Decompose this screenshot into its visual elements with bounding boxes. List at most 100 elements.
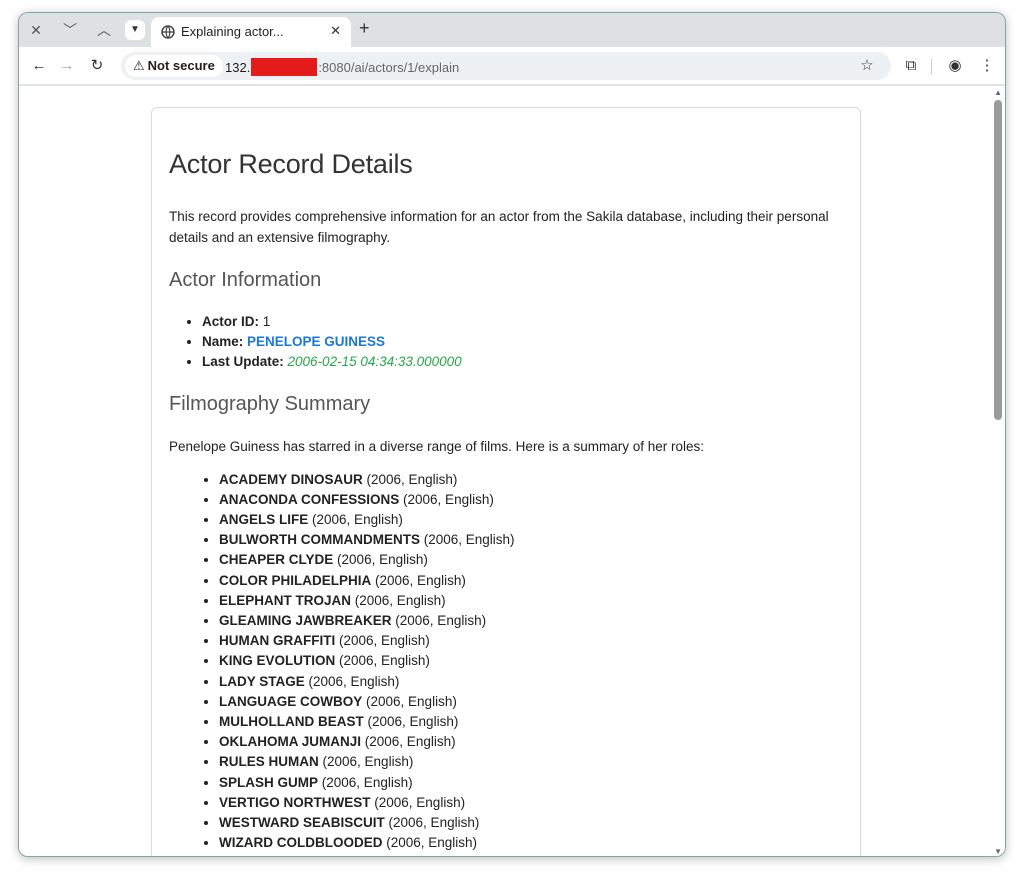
filmography-intro: Penelope Guiness has starred in a divers… (169, 438, 704, 454)
tab-active[interactable]: Explaining actor... ✕ (151, 17, 351, 47)
film-item: ELEPHANT TROJAN (2006, English) (219, 591, 843, 611)
film-detail: (2006, English) (374, 794, 466, 810)
film-title: LADY STAGE (219, 673, 305, 689)
extensions-icon[interactable]: ⧉ (901, 56, 921, 76)
film-detail: (2006, English) (364, 734, 456, 750)
scrollbar-thumb[interactable] (994, 100, 1002, 420)
globe-icon (161, 25, 175, 39)
forward-icon[interactable]: → (57, 56, 77, 76)
page-viewport: Actor Record Details This record provide… (19, 86, 1005, 856)
film-list: ACADEMY DINOSAUR (2006, English)ANACONDA… (169, 470, 843, 854)
film-title: COLOR PHILADELPHIA (219, 572, 372, 588)
film-title: LANGUAGE COWBOY (219, 693, 363, 709)
scrollbar[interactable]: ▲ ▼ (991, 86, 1005, 856)
film-title: ANACONDA CONFESSIONS (219, 491, 400, 507)
menu-kebab-icon[interactable]: ⋮ (977, 56, 997, 76)
last-update-value: 2006-02-15 04:34:33.000000 (287, 354, 462, 370)
actor-info-heading: Actor Information (169, 269, 322, 291)
last-update-label: Last Update: (202, 354, 284, 370)
film-title: SPLASH GUMP (219, 774, 319, 790)
tab-strip: ✕ ﹀ ︿ ▼ Explaining actor... ✕ + (19, 13, 1005, 47)
film-detail: (2006, English) (388, 815, 480, 831)
film-detail: (2006, English) (423, 532, 515, 548)
actor-name-value: PENELOPE GUINESS (247, 334, 386, 350)
url-suffix: :8080/ai/actors/1/explain (318, 60, 460, 75)
minimize-window-icon[interactable]: ﹀ (59, 20, 81, 40)
bookmark-star-icon[interactable]: ☆ (857, 56, 877, 76)
tab-title: Explaining actor... (181, 24, 284, 39)
film-item: LADY STAGE (2006, English) (219, 672, 843, 692)
address-bar[interactable]: ⚠ Not secure 132. :8080/ai/actors/1/explai… (121, 52, 891, 80)
film-title: RULES HUMAN (219, 754, 319, 770)
film-title: VERTIGO NORTHWEST (219, 794, 371, 810)
url-text[interactable]: 132. :8080/ai/actors/1/explain (225, 58, 459, 76)
warning-icon: ⚠ (133, 58, 145, 73)
film-item: MULHOLLAND BEAST (2006, English) (219, 712, 843, 732)
film-detail: (2006, English) (386, 835, 478, 851)
security-label: Not secure (147, 58, 215, 73)
film-item: CHEAPER CLYDE (2006, English) (219, 550, 843, 570)
scroll-up-icon[interactable]: ▲ (994, 88, 1002, 97)
security-chip[interactable]: ⚠ Not secure (125, 55, 223, 77)
tab-search-icon[interactable]: ▼ (125, 20, 145, 40)
reload-icon[interactable]: ↻ (87, 56, 107, 76)
film-item: HUMAN GRAFFITI (2006, English) (219, 631, 843, 651)
film-item: GLEAMING JAWBREAKER (2006, English) (219, 611, 843, 631)
film-item: ANGELS LIFE (2006, English) (219, 510, 843, 530)
film-title: WIZARD COLDBLOODED (219, 835, 383, 851)
film-item: VERTIGO NORTHWEST (2006, English) (219, 793, 843, 813)
actor-id-item: Actor ID: 1 (202, 312, 843, 332)
film-title: MULHOLLAND BEAST (219, 714, 364, 730)
film-item: KING EVOLUTION (2006, English) (219, 651, 843, 671)
film-title: GLEAMING JAWBREAKER (219, 613, 392, 629)
film-item: COLOR PHILADELPHIA (2006, English) (219, 571, 843, 591)
film-title: ANGELS LIFE (219, 512, 309, 528)
film-title: HUMAN GRAFFITI (219, 633, 336, 649)
filmography-heading: Filmography Summary (169, 392, 371, 415)
browser-window: ✕ ﹀ ︿ ▼ Explaining actor... ✕ + ← → ↻ ⚠ N… (18, 12, 1006, 857)
back-icon[interactable]: ← (29, 56, 49, 76)
actor-id-value: 1 (262, 314, 271, 329)
film-detail: (2006, English) (375, 572, 466, 588)
film-item: WESTWARD SEABISCUIT (2006, English) (219, 813, 843, 833)
profile-icon[interactable]: ◉ (945, 56, 965, 76)
film-item: OKLAHOMA JUMANJI (2006, English) (219, 732, 843, 752)
film-title: OKLAHOMA JUMANJI (219, 734, 362, 750)
actor-name-label: Name: (202, 334, 244, 350)
intro-paragraph: This record provides comprehensive infor… (169, 209, 829, 245)
film-detail: (2006, English) (367, 714, 459, 730)
film-detail: (2006, English) (337, 552, 428, 568)
film-item: ANACONDA CONFESSIONS (2006, English) (219, 490, 843, 510)
film-title: ACADEMY DINOSAUR (219, 471, 363, 487)
film-title: BULWORTH COMMANDMENTS (219, 532, 420, 548)
film-detail: (2006, English) (308, 673, 400, 689)
film-detail: (2006, English) (354, 592, 446, 608)
film-item: WIZARD COLDBLOODED (2006, English) (219, 833, 843, 853)
close-window-icon[interactable]: ✕ (25, 20, 47, 40)
film-detail: (2006, English) (403, 491, 494, 507)
film-item: SPLASH GUMP (2006, English) (219, 773, 843, 793)
film-detail: (2006, English) (395, 613, 487, 629)
toolbar-divider (931, 59, 932, 75)
film-item: BULWORTH COMMANDMENTS (2006, English) (219, 530, 843, 550)
actor-name-item: Name: PENELOPE GUINESS (202, 332, 843, 352)
film-detail: (2006, English) (366, 471, 458, 487)
url-prefix: 132. (225, 60, 251, 75)
film-item: LANGUAGE COWBOY (2006, English) (219, 692, 843, 712)
redaction-box (251, 58, 318, 76)
film-title: CHEAPER CLYDE (219, 552, 334, 568)
scroll-down-icon[interactable]: ▼ (994, 847, 1002, 856)
film-title: KING EVOLUTION (219, 653, 336, 669)
tab-close-icon[interactable]: ✕ (330, 23, 341, 39)
browser-toolbar: ← → ↻ ⚠ Not secure 132. :8080/ai/actors/1/… (19, 47, 1005, 85)
actor-info-list: Actor ID: 1 Name: PENELOPE GUINESS Last … (169, 312, 843, 373)
film-detail: (2006, English) (339, 653, 430, 669)
film-detail: (2006, English) (322, 754, 414, 770)
new-tab-icon[interactable]: + (359, 18, 370, 39)
maximize-window-icon[interactable]: ︿ (93, 20, 115, 40)
film-item: ACADEMY DINOSAUR (2006, English) (219, 470, 843, 490)
film-detail: (2006, English) (366, 693, 457, 709)
film-detail: (2006, English) (339, 633, 430, 649)
last-update-item: Last Update: 2006-02-15 04:34:33.000000 (202, 352, 843, 372)
film-detail: (2006, English) (312, 512, 403, 528)
